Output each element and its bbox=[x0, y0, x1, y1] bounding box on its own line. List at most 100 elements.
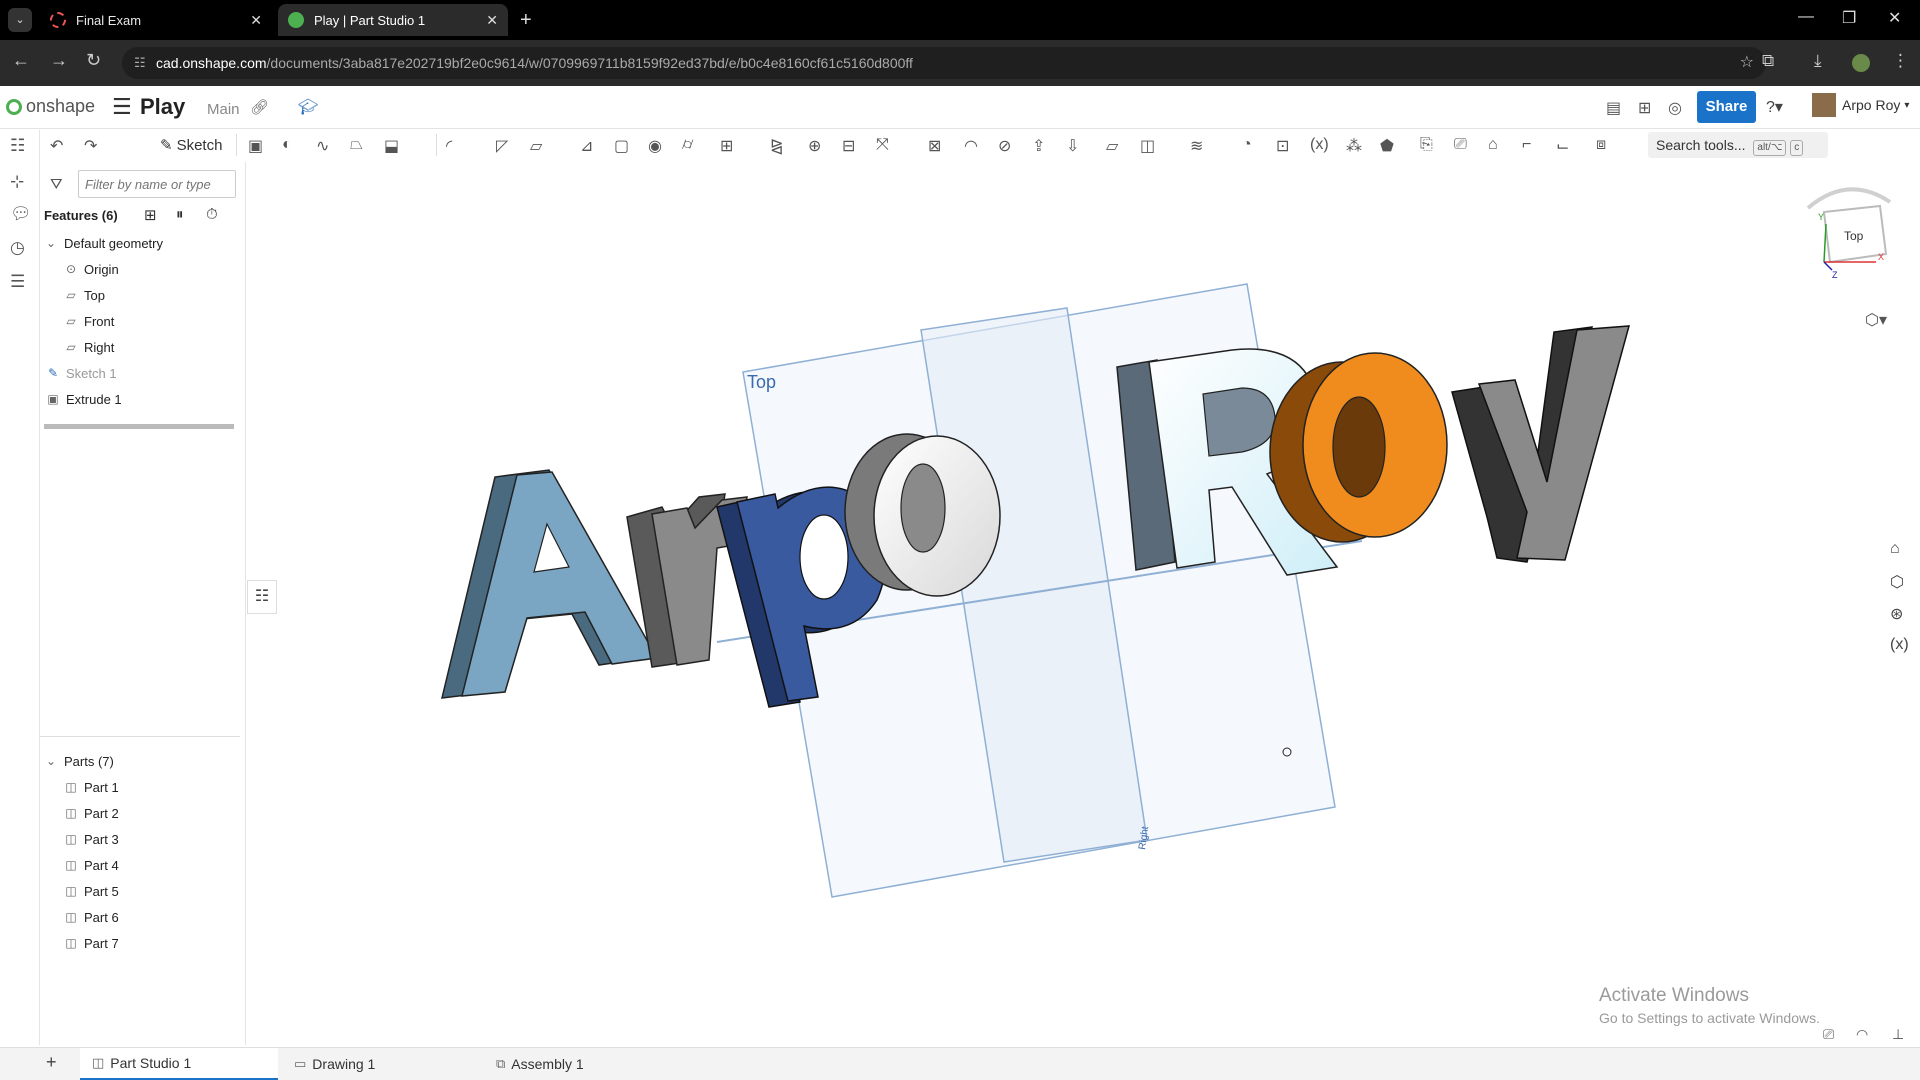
pause-icon[interactable]: ⏸ bbox=[176, 206, 184, 223]
loft-icon[interactable]: ⏢ bbox=[350, 136, 363, 154]
feature-item-front[interactable]: ▱ Front bbox=[64, 310, 114, 332]
tab-drawing[interactable]: ▭ Drawing 1 bbox=[282, 1048, 480, 1080]
search-tools-field[interactable]: Search tools... alt/⌥ c bbox=[1648, 132, 1828, 158]
download-icon[interactable]: ⤓ bbox=[1814, 51, 1822, 71]
part-item[interactable]: ◫ Part 4 bbox=[64, 854, 118, 876]
pattern-icon[interactable]: ⊞ bbox=[720, 136, 733, 156]
delete-part-icon[interactable]: ⊠ bbox=[928, 136, 941, 156]
feature-list-icon[interactable]: ☷ bbox=[10, 136, 25, 156]
forward-icon[interactable]: → bbox=[50, 50, 68, 71]
appearance-panel-icon[interactable]: ⌂ bbox=[1890, 540, 1900, 558]
chamfer-icon[interactable]: ◸ bbox=[496, 136, 508, 156]
move-face-icon[interactable]: ⇪ bbox=[1032, 136, 1045, 156]
stopwatch-icon[interactable]: ⏱ bbox=[206, 206, 218, 223]
tab-part-studio[interactable]: ◫ Part Studio 1 bbox=[80, 1048, 278, 1080]
replace-face-icon[interactable]: ⇩ bbox=[1066, 136, 1079, 156]
document-title[interactable]: Play bbox=[140, 94, 185, 120]
parts-panel-icon[interactable]: ⬡ bbox=[1890, 572, 1904, 592]
split-icon[interactable]: ⊟ bbox=[842, 136, 855, 156]
part-item[interactable]: ◫ Part 6 bbox=[64, 906, 118, 928]
variables-panel-icon[interactable]: (x) bbox=[1890, 636, 1909, 654]
minimize-icon[interactable]: — bbox=[1798, 8, 1814, 26]
model-view[interactable]: Top Right bbox=[247, 162, 1920, 1045]
history-icon[interactable]: ◷ bbox=[10, 238, 25, 258]
notifications-icon[interactable]: ◎ bbox=[1668, 98, 1682, 118]
section-view-icon[interactable]: ⊥ bbox=[1892, 1026, 1904, 1043]
restore-icon[interactable]: ❐ bbox=[1842, 8, 1856, 28]
branch-name[interactable]: Main bbox=[207, 101, 240, 118]
parts-group[interactable]: ⌄ Parts (7) bbox=[44, 750, 114, 772]
app-store-icon[interactable]: ⊞ bbox=[1638, 98, 1651, 118]
sheet-metal-icon[interactable]: ⎘ bbox=[1420, 136, 1433, 154]
profile-avatar[interactable] bbox=[1852, 54, 1870, 72]
user-menu[interactable]: Arpo Roy ▾ bbox=[1812, 93, 1909, 117]
extrude-icon[interactable]: ▣ bbox=[248, 136, 263, 156]
view-cube[interactable]: Top Y X Z bbox=[1788, 180, 1908, 290]
graphics-viewport[interactable]: Top Right Top Y X Z ⬡▾ bbox=[247, 162, 1920, 1045]
browser-tab-final-exam[interactable]: Final Exam ✕ bbox=[40, 4, 272, 36]
frame-icon[interactable]: ⧈ bbox=[1596, 136, 1606, 154]
share-button[interactable]: Share bbox=[1697, 91, 1756, 123]
modify-fillet-icon[interactable]: ◠ bbox=[964, 136, 978, 156]
feature-list-toggle-icon[interactable]: ☷ bbox=[247, 580, 277, 614]
feature-item-right[interactable]: ▱ Right bbox=[64, 336, 114, 358]
transform-icon[interactable]: ⤧ bbox=[876, 136, 889, 154]
redo-icon[interactable]: ↷ bbox=[84, 136, 97, 156]
close-window-icon[interactable]: ✕ bbox=[1888, 8, 1901, 28]
section-icon[interactable]: ⊡ bbox=[1276, 136, 1289, 156]
link-icon[interactable]: 🔗︎ bbox=[250, 98, 269, 116]
part-item[interactable]: ◫ Part 7 bbox=[64, 932, 118, 954]
helix-icon[interactable]: ≋ bbox=[1190, 136, 1203, 156]
mates-panel-icon[interactable]: ⊛ bbox=[1890, 604, 1903, 624]
browser-menu-icon[interactable]: ⋮ bbox=[1892, 51, 1909, 71]
mirror-icon[interactable]: ⧎ bbox=[770, 136, 783, 156]
sheet-metal-view-icon[interactable]: ⎚ bbox=[1823, 1026, 1834, 1043]
panel-divider[interactable] bbox=[40, 736, 240, 737]
measure-icon[interactable]: ◔ bbox=[1242, 136, 1252, 154]
tab-search-button[interactable]: ⌄ bbox=[8, 8, 32, 32]
menu-icon[interactable]: ☰ bbox=[112, 94, 132, 120]
url-field[interactable]: ☷ cad.onshape.com/documents/3aba817e2027… bbox=[122, 47, 1766, 79]
tag-icon[interactable]: ⬟ bbox=[1380, 136, 1394, 156]
delete-face-icon[interactable]: ⊘ bbox=[998, 136, 1011, 156]
feature-filter-input[interactable] bbox=[78, 170, 236, 198]
reload-icon[interactable]: ↻ bbox=[86, 50, 101, 71]
corner-icon[interactable]: ⌙ bbox=[1556, 136, 1569, 156]
render-mode-icon[interactable]: ◠ bbox=[1856, 1026, 1868, 1043]
tab-assembly[interactable]: ⧉ Assembly 1 bbox=[484, 1048, 682, 1080]
thicken-icon[interactable]: ⬓ bbox=[384, 136, 399, 156]
fillet-icon[interactable]: ◜ bbox=[446, 136, 452, 156]
sweep-icon[interactable]: ∿ bbox=[316, 136, 329, 156]
undo-icon[interactable]: ↶ bbox=[50, 136, 63, 156]
hole-icon[interactable]: ◉ bbox=[648, 136, 662, 156]
bookmark-star-icon[interactable]: ☆ bbox=[1740, 47, 1754, 79]
composite-icon[interactable]: ⁂ bbox=[1346, 136, 1362, 156]
part-item[interactable]: ◫ Part 5 bbox=[64, 880, 118, 902]
boolean-icon[interactable]: ⊕ bbox=[808, 136, 821, 156]
mate-connector-icon[interactable]: ◫ bbox=[1140, 136, 1155, 156]
filter-icon[interactable]: ⛛ bbox=[50, 176, 63, 193]
feature-item-origin[interactable]: ⊙ Origin bbox=[64, 258, 119, 280]
onshape-logo[interactable]: onshape bbox=[6, 96, 95, 117]
document-list-icon[interactable]: ▤ bbox=[1606, 98, 1621, 118]
bend-icon[interactable]: ⌐ bbox=[1522, 136, 1531, 154]
plane-icon[interactable]: ▱ bbox=[1106, 136, 1118, 156]
flange-icon[interactable]: ⎚ bbox=[1454, 136, 1467, 154]
cylinder-icon[interactable]: ⌭ bbox=[682, 136, 693, 154]
rib-icon[interactable]: ⊿ bbox=[580, 136, 593, 156]
part-item[interactable]: ◫ Part 1 bbox=[64, 776, 118, 798]
bill-of-materials-icon[interactable]: ☰ bbox=[10, 272, 25, 292]
shell-icon[interactable]: ▢ bbox=[614, 136, 629, 156]
add-tab-icon[interactable]: + bbox=[46, 1052, 57, 1073]
close-tab-icon[interactable]: ✕ bbox=[486, 12, 498, 29]
help-icon[interactable]: ?▾ bbox=[1766, 97, 1783, 117]
back-icon[interactable]: ← bbox=[12, 50, 30, 71]
tab-icon[interactable]: ⌂ bbox=[1488, 136, 1498, 154]
draft-icon[interactable]: ⏥ bbox=[530, 136, 542, 156]
feature-item-top[interactable]: ▱ Top bbox=[64, 284, 105, 306]
learning-center-icon[interactable]: 🎓︎ bbox=[298, 97, 318, 117]
insert-icon[interactable]: ⊹ bbox=[10, 172, 24, 192]
part-item[interactable]: ◫ Part 3 bbox=[64, 828, 118, 850]
revolve-icon[interactable]: ◐ bbox=[282, 136, 292, 154]
comments-icon[interactable]: 💬︎ bbox=[10, 204, 32, 224]
